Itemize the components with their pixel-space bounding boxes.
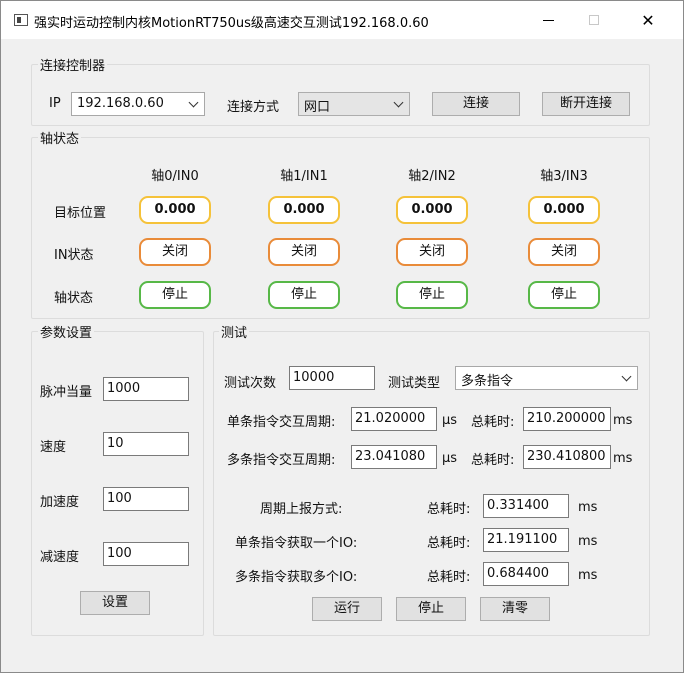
multi-period-unit: μs: [442, 451, 458, 466]
chevron-down-icon: [393, 97, 404, 108]
pulse-equivalent-label: 脉冲当量: [40, 385, 93, 400]
speed-input[interactable]: 10: [103, 432, 189, 456]
chevron-down-icon: [188, 97, 199, 108]
report-mode-label: 周期上报方式:: [260, 502, 343, 517]
acceleration-input[interactable]: 100: [103, 487, 189, 511]
connection-mode-value: 网口: [304, 100, 331, 115]
test-type-value: 多条指令: [461, 374, 514, 389]
in-state-axis1: 关闭: [268, 238, 340, 266]
target-position-axis1: 0.000: [268, 196, 340, 224]
single-period-label: 单条指令交互周期:: [227, 415, 336, 430]
in-state-axis2: 关闭: [396, 238, 468, 266]
minimize-button[interactable]: [525, 1, 571, 39]
axis-state-label: 轴状态: [54, 291, 94, 306]
target-position-label: 目标位置: [54, 206, 107, 221]
axis-state-axis1: 停止: [268, 281, 340, 309]
in-state-axis0: 关闭: [139, 238, 211, 266]
app-icon: [14, 14, 28, 26]
multi-period-input[interactable]: 23.041080: [351, 445, 437, 469]
ip-label: IP: [49, 96, 61, 111]
multi-total-input[interactable]: 230.410800: [523, 445, 611, 469]
multi-io-total-unit: ms: [578, 568, 598, 583]
test-group-title: 测试: [219, 322, 250, 341]
title-bar: 强实时运动控制内核MotionRT750us级高速交互测试192.168.0.6…: [1, 1, 683, 39]
report-total-label: 总耗时:: [427, 502, 471, 517]
report-total-input[interactable]: 0.331400: [483, 494, 569, 518]
speed-label: 速度: [40, 440, 67, 455]
axis-header-1: 轴1/IN1: [280, 169, 328, 184]
single-io-total-unit: ms: [578, 534, 598, 549]
single-total-label: 总耗时:: [471, 415, 515, 430]
in-state-axis3: 关闭: [528, 238, 600, 266]
window-title: 强实时运动控制内核MotionRT750us级高速交互测试192.168.0.6…: [34, 16, 429, 31]
axis-header-0: 轴0/IN0: [151, 169, 199, 184]
single-total-input[interactable]: 210.200000: [523, 407, 611, 431]
multi-io-label: 多条指令获取多个IO:: [235, 570, 358, 585]
ip-select[interactable]: 192.168.0.60: [71, 92, 205, 116]
deceleration-label: 减速度: [40, 550, 80, 565]
axis-header-2: 轴2/IN2: [408, 169, 456, 184]
pulse-equivalent-input[interactable]: 1000: [103, 377, 189, 401]
multi-total-unit: ms: [613, 451, 633, 466]
test-type-select[interactable]: 多条指令: [455, 366, 638, 390]
single-total-unit: ms: [613, 413, 633, 428]
axis-state-axis0: 停止: [139, 281, 211, 309]
clear-button[interactable]: 清零: [480, 597, 550, 621]
multi-io-total-input[interactable]: 0.684400: [483, 562, 569, 586]
single-io-label: 单条指令获取一个IO:: [235, 536, 358, 551]
connect-button[interactable]: 连接: [432, 92, 520, 116]
test-count-input[interactable]: 10000: [289, 366, 375, 390]
stop-button[interactable]: 停止: [396, 597, 466, 621]
report-total-unit: ms: [578, 500, 598, 515]
test-type-label: 测试类型: [388, 376, 441, 391]
disconnect-button[interactable]: 断开连接: [542, 92, 630, 116]
set-params-button[interactable]: 设置: [80, 591, 150, 615]
run-button[interactable]: 运行: [312, 597, 382, 621]
multi-period-label: 多条指令交互周期:: [227, 453, 336, 468]
target-position-axis0: 0.000: [139, 196, 211, 224]
axis-state-axis2: 停止: [396, 281, 468, 309]
maximize-button[interactable]: [571, 1, 617, 39]
test-count-label: 测试次数: [224, 376, 277, 391]
multi-total-label: 总耗时:: [471, 453, 515, 468]
close-button[interactable]: ✕: [625, 1, 671, 39]
single-io-total-label: 总耗时:: [427, 536, 471, 551]
connect-group-title: 连接控制器: [38, 55, 108, 74]
maximize-icon: [589, 15, 599, 25]
single-period-input[interactable]: 21.020000: [351, 407, 437, 431]
ip-value: 192.168.0.60: [77, 96, 164, 111]
axis-state-axis3: 停止: [528, 281, 600, 309]
app-window: 强实时运动控制内核MotionRT750us级高速交互测试192.168.0.6…: [0, 0, 684, 673]
close-icon: ✕: [641, 10, 655, 30]
axis-header-3: 轴3/IN3: [540, 169, 588, 184]
axis-status-group-title: 轴状态: [38, 128, 82, 147]
multi-io-total-label: 总耗时:: [427, 570, 471, 585]
single-io-total-input[interactable]: 21.191100: [483, 528, 569, 552]
acceleration-label: 加速度: [40, 495, 80, 510]
target-position-axis2: 0.000: [396, 196, 468, 224]
connection-mode-label: 连接方式: [227, 100, 280, 115]
params-group-title: 参数设置: [38, 322, 95, 341]
single-period-unit: μs: [442, 413, 458, 428]
in-state-label: IN状态: [54, 248, 94, 263]
minimize-icon: [542, 19, 554, 21]
target-position-axis3: 0.000: [528, 196, 600, 224]
deceleration-input[interactable]: 100: [103, 542, 189, 566]
connection-mode-select[interactable]: 网口: [298, 92, 410, 116]
chevron-down-icon: [621, 371, 632, 382]
